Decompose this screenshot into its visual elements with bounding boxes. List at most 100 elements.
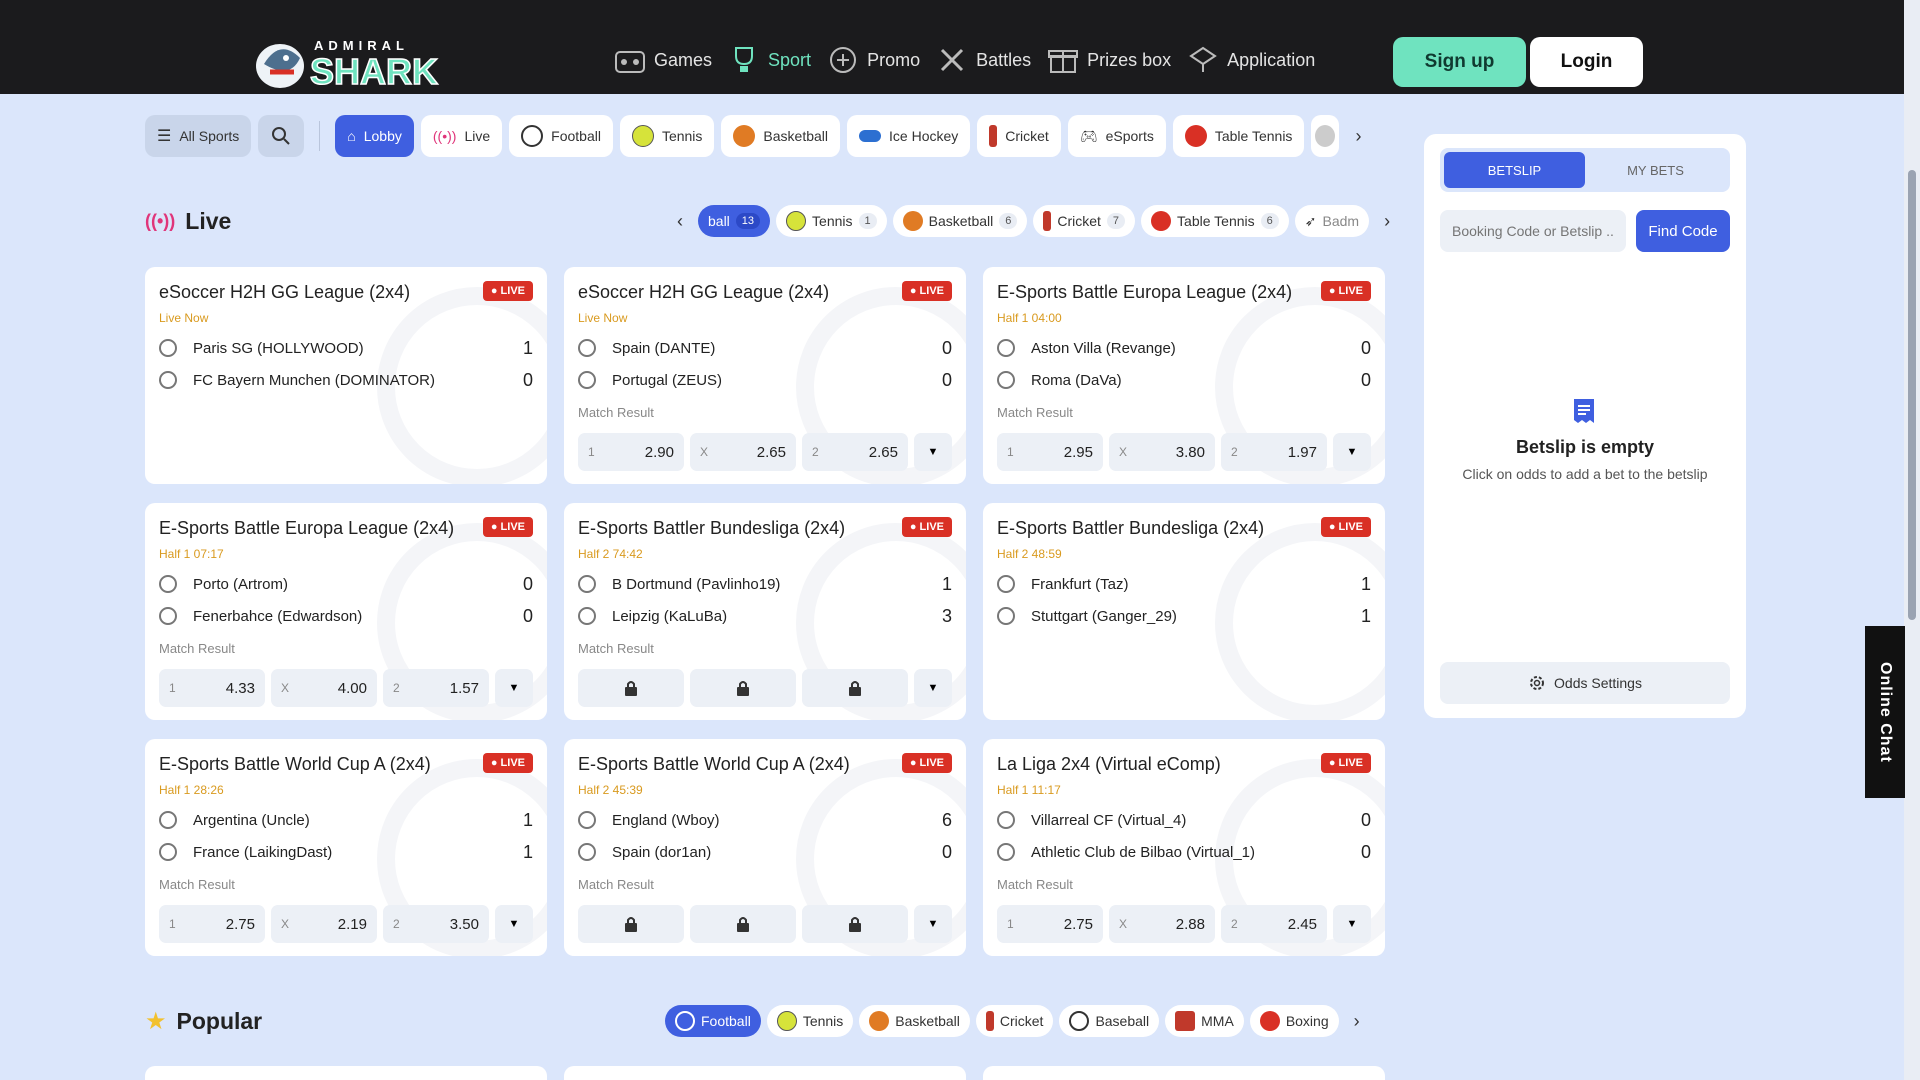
booking-code-input[interactable]: [1440, 210, 1626, 252]
locked-odd-button[interactable]: [802, 669, 908, 707]
event-card[interactable]: eSoccer H2H GG League (2x4) ● LIVE Live No…: [145, 267, 547, 484]
odds-settings-button[interactable]: Odds Settings: [1440, 662, 1730, 704]
more-markets-button[interactable]: ▼: [1333, 905, 1371, 943]
event-card[interactable]: eSoccer H2H GG League (2x4) ● LIVE Live No…: [564, 267, 966, 484]
odd-button[interactable]: X 2.19: [271, 905, 377, 943]
event-card[interactable]: E-Sports Battler Bundesliga (2x4) ● LIVE H…: [564, 503, 966, 720]
odd-button[interactable]: 1 4.33: [159, 669, 265, 707]
popular-chip-tennis[interactable]: Tennis: [766, 1005, 854, 1037]
sport-tab-lobby[interactable]: ⌂ Lobby: [335, 115, 414, 157]
odd-button[interactable]: X 2.65: [690, 433, 796, 471]
nav-application[interactable]: Application: [1185, 40, 1315, 80]
mma-icon: [1175, 1011, 1196, 1031]
odd-button[interactable]: 2 1.97: [1221, 433, 1327, 471]
chevron-left-icon[interactable]: ‹: [668, 211, 692, 232]
odd-value: 2.75: [225, 915, 255, 933]
odd-button[interactable]: 1 2.75: [159, 905, 265, 943]
popular-chip-football[interactable]: Football: [665, 1005, 761, 1037]
more-markets-button[interactable]: ▼: [914, 433, 952, 471]
event-card[interactable]: E-Sports Battle Europa League (2x4) ● LIV…: [983, 267, 1385, 484]
scrollbar-thumb[interactable]: [1908, 170, 1916, 620]
nav-sport[interactable]: Sport: [726, 40, 811, 80]
sign-up-button[interactable]: Sign up: [1393, 37, 1526, 87]
locked-odd-button[interactable]: [578, 669, 684, 707]
more-markets-button[interactable]: ▼: [495, 905, 533, 943]
popular-chip-baseball[interactable]: Baseball: [1059, 1005, 1160, 1037]
all-sports-button[interactable]: ☰ All Sports: [145, 115, 252, 157]
more-markets-button[interactable]: ▼: [914, 905, 952, 943]
page-scrollbar[interactable]: [1904, 0, 1920, 1080]
odd-button[interactable]: X 3.80: [1109, 433, 1215, 471]
live-chip-football[interactable]: ball 13: [698, 205, 771, 237]
team-name: Aston Villa (Revange): [1031, 339, 1176, 357]
chevron-right-icon[interactable]: ›: [1375, 211, 1399, 232]
chevron-down-icon: ▼: [1346, 918, 1358, 930]
popular-chip-boxing[interactable]: Boxing: [1249, 1005, 1339, 1037]
football-icon: [521, 125, 544, 147]
live-chip-badminton[interactable]: ➶ Badm: [1294, 205, 1370, 237]
event-card[interactable]: E-Sports Battle World Cup A (2x4) ● LIVE H…: [564, 739, 966, 956]
chevron-right-icon[interactable]: ›: [1345, 1011, 1369, 1032]
admiral-shark-logo[interactable]: ADMIRAL SHARK: [250, 28, 450, 92]
more-markets-button[interactable]: ▼: [1333, 433, 1371, 471]
live-chip-tennis[interactable]: Tennis 1: [776, 205, 887, 237]
event-card[interactable]: La Liga 2x4 (Virtual eComp) ● LIVE Half 1 …: [983, 739, 1385, 956]
odd-button[interactable]: 2 1.57: [383, 669, 489, 707]
more-markets-button[interactable]: ▼: [495, 669, 533, 707]
odd-button[interactable]: 1 2.75: [997, 905, 1103, 943]
nav-battles[interactable]: Battles: [934, 40, 1031, 80]
team-score: 0: [1360, 809, 1371, 830]
match-status: Half 1 28:26: [159, 783, 224, 797]
odd-button[interactable]: 2 2.45: [1221, 905, 1327, 943]
nav-promo[interactable]: Promo: [825, 40, 920, 80]
event-card[interactable]: E-Sports Battle World Cup A (2x4) ● LIVE H…: [145, 739, 547, 956]
odd-button[interactable]: 1 2.95: [997, 433, 1103, 471]
basketball-icon: [902, 211, 923, 231]
nav-prizes-box[interactable]: Prizes box: [1045, 40, 1171, 80]
event-card[interactable]: E-Sports Battler Bundesliga (2x4) ● LIVE H…: [983, 503, 1385, 720]
more-markets-button[interactable]: ▼: [914, 669, 952, 707]
find-code-button[interactable]: Find Code: [1636, 210, 1730, 252]
live-chip-cricket[interactable]: Cricket 7: [1033, 205, 1136, 237]
locked-odd-button[interactable]: [690, 669, 796, 707]
soccer-ball-icon: [159, 811, 177, 829]
tab-my-bets[interactable]: MY BETS: [1585, 152, 1726, 188]
locked-odd-button[interactable]: [802, 905, 908, 943]
popular-chip-cricket[interactable]: Cricket: [975, 1005, 1054, 1037]
popular-chip-mma[interactable]: MMA: [1165, 1005, 1244, 1037]
popular-card[interactable]: [145, 1066, 547, 1080]
team-score: 1: [1360, 605, 1371, 626]
online-chat-tab[interactable]: Online Chat: [1865, 626, 1905, 798]
odd-button[interactable]: 2 3.50: [383, 905, 489, 943]
event-card[interactable]: E-Sports Battle Europa League (2x4) ● LIV…: [145, 503, 547, 720]
sport-tab-football[interactable]: Football: [509, 115, 613, 157]
login-button[interactable]: Login: [1530, 37, 1643, 87]
sport-tab-cricket[interactable]: Cricket: [977, 115, 1061, 157]
live-chip-basketball[interactable]: Basketball 6: [892, 205, 1028, 237]
odd-button[interactable]: 1 2.90: [578, 433, 684, 471]
tab-betslip[interactable]: BETSLIP: [1444, 152, 1585, 188]
match-status: Half 1 11:17: [997, 783, 1061, 797]
live-chip-table-tennis[interactable]: Table Tennis 6: [1141, 205, 1289, 237]
odd-button[interactable]: X 2.88: [1109, 905, 1215, 943]
chevron-right-icon[interactable]: ›: [1346, 126, 1370, 147]
locked-odd-button[interactable]: [690, 905, 796, 943]
team-score: 1: [941, 573, 952, 594]
locked-odd-button[interactable]: [578, 905, 684, 943]
sport-tab-esports[interactable]: 🎮︎ eSports: [1067, 115, 1166, 157]
sport-tab-ice-hockey[interactable]: Ice Hockey: [847, 115, 971, 157]
popular-card[interactable]: [564, 1066, 966, 1080]
sport-tab-more[interactable]: [1311, 115, 1340, 157]
odd-button[interactable]: 2 2.65: [802, 433, 908, 471]
nav-games[interactable]: Games: [612, 40, 712, 80]
search-button[interactable]: [258, 115, 305, 157]
popular-card[interactable]: [983, 1066, 1385, 1080]
sport-tab-live[interactable]: ((•)) Live: [420, 115, 503, 157]
popular-chip-basketball[interactable]: Basketball: [859, 1005, 970, 1037]
sport-tab-tennis[interactable]: Tennis: [619, 115, 715, 157]
odd-button[interactable]: X 4.00: [271, 669, 377, 707]
live-badge: ● LIVE: [901, 517, 952, 537]
sport-tab-table-tennis[interactable]: Table Tennis: [1172, 115, 1305, 157]
soccer-ball-icon: [578, 843, 596, 861]
sport-tab-basketball[interactable]: Basketball: [721, 115, 841, 157]
